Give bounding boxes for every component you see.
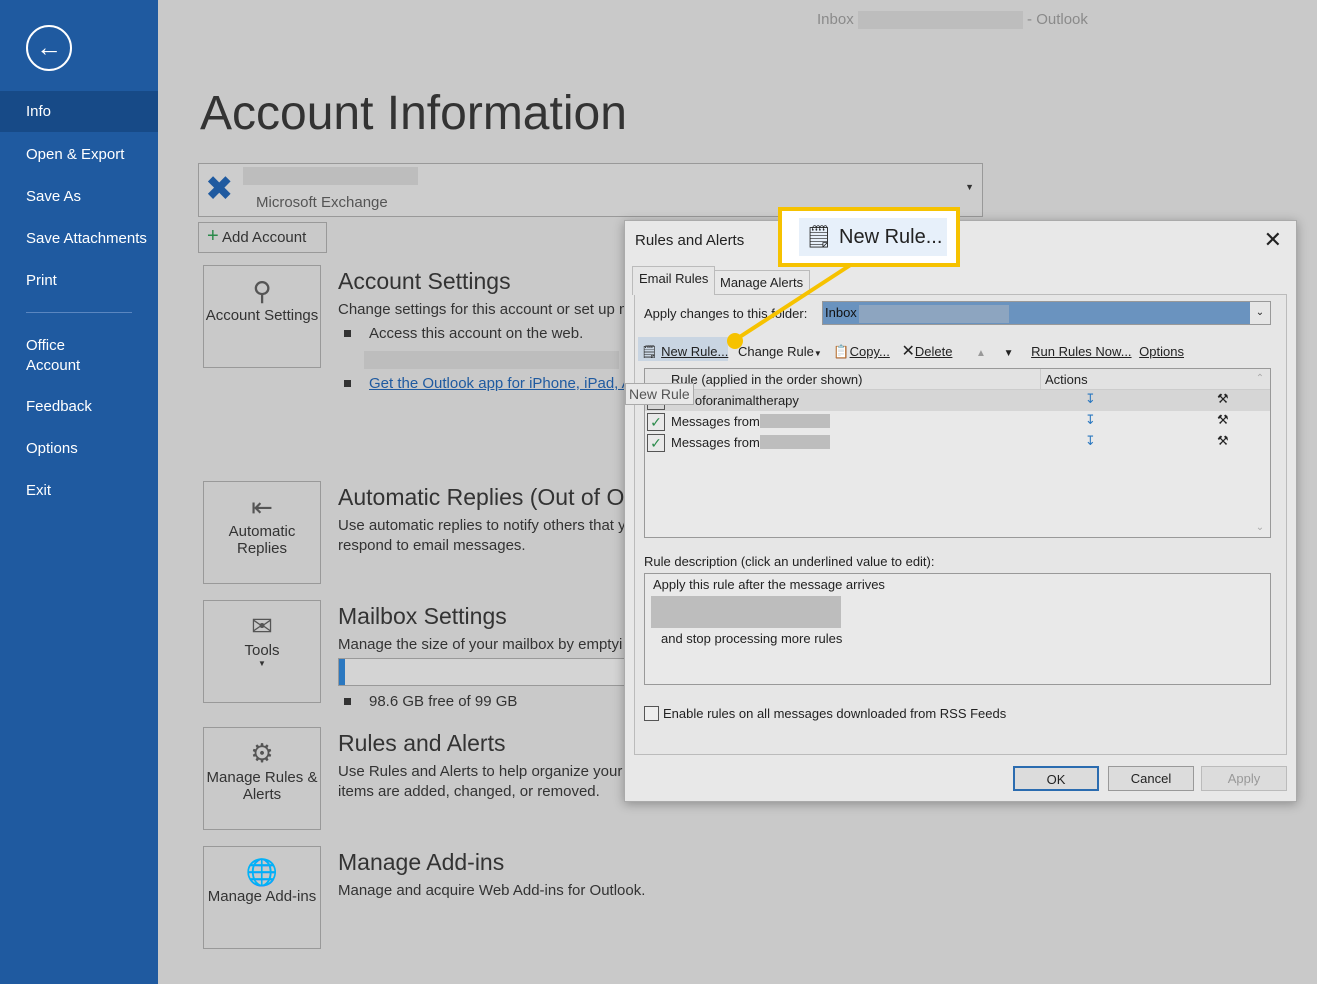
tab-email-rules[interactable]: Email Rules [632,266,715,295]
callout-connector [0,0,1317,984]
callout-dot [727,333,743,349]
callout-label: New Rule... [839,226,942,248]
callout-line [735,264,852,340]
new-rule-callout: 🗒 New Rule... [778,207,960,267]
new-rule-icon: 🗒 [805,218,833,256]
callout-button: 🗒 New Rule... [799,218,947,256]
new-rule-tooltip: New Rule [625,383,694,405]
